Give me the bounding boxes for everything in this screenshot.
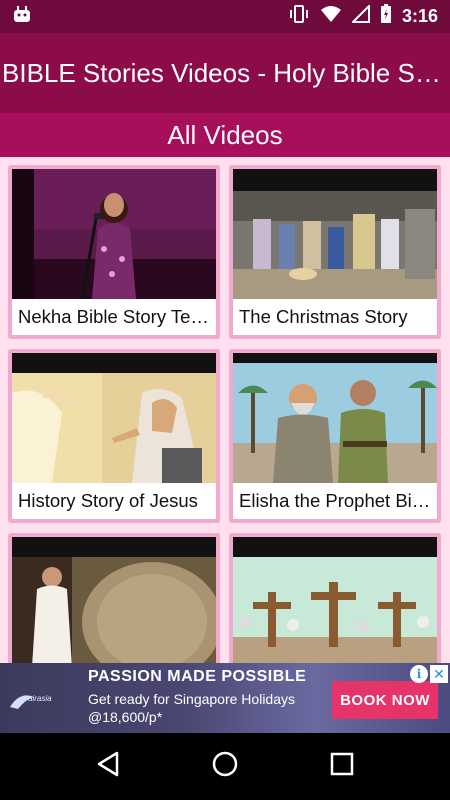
video-title: Nekha Bible Story Telling — [18, 306, 216, 327]
recents-button[interactable] — [318, 743, 366, 791]
video-thumbnail[interactable] — [12, 169, 216, 299]
video-thumbnail[interactable] — [233, 537, 437, 663]
svg-text:airasia: airasia — [28, 694, 52, 703]
video-card[interactable] — [229, 533, 441, 663]
video-card[interactable]: History Story of Jesus — [8, 349, 220, 523]
home-button[interactable] — [201, 743, 249, 791]
vibrate-icon — [288, 4, 310, 29]
app-bar: BIBLE Stories Videos - Holy Bible Storie… — [0, 33, 450, 113]
signal-icon — [350, 3, 370, 28]
home-icon — [211, 750, 239, 783]
video-card[interactable] — [8, 533, 220, 663]
battery-icon — [380, 4, 392, 29]
video-title: Elisha the Prophet Bible Story — [239, 490, 437, 511]
video-card[interactable]: Elisha the Prophet Bible Story — [229, 349, 441, 523]
video-card[interactable]: Nekha Bible Story Telling — [8, 165, 220, 339]
video-thumbnail[interactable] — [233, 353, 437, 483]
video-card[interactable]: The Christmas Story — [229, 165, 441, 339]
ad-text: Get ready for Singapore Holidays — [88, 691, 295, 707]
ad-logo[interactable]: airasia — [6, 687, 66, 715]
android-notification-icon — [12, 5, 32, 28]
ad-headline: PASSION MADE POSSIBLE — [88, 668, 307, 685]
ad-price: @18,600/p* — [88, 709, 163, 725]
video-thumbnail[interactable] — [12, 353, 216, 483]
status-time: 3:16 — [401, 6, 438, 26]
app-title: BIBLE Stories Videos - Holy Bible Storie… — [2, 57, 448, 88]
book-now-button[interactable]: BOOK NOW — [332, 681, 438, 719]
video-grid: Nekha Bible Story Telling The Christmas … — [0, 157, 450, 663]
system-nav-bar — [0, 733, 450, 800]
recents-icon — [330, 752, 354, 781]
wifi-icon — [320, 5, 342, 28]
video-thumbnail[interactable] — [12, 537, 216, 663]
video-thumbnail[interactable] — [233, 169, 437, 299]
section-title: All Videos — [167, 119, 283, 150]
back-icon — [95, 750, 121, 783]
ad-banner[interactable]: airasia PASSION MADE POSSIBLE Get ready … — [0, 663, 450, 733]
section-header: All Videos — [0, 113, 450, 157]
ad-info-icon[interactable]: i — [410, 665, 428, 683]
video-title: The Christmas Story — [239, 306, 408, 327]
status-bar: 3:16 — [0, 0, 450, 33]
back-button[interactable] — [84, 743, 132, 791]
video-title: History Story of Jesus — [18, 490, 198, 511]
ad-close-icon[interactable]: ✕ — [430, 665, 448, 683]
